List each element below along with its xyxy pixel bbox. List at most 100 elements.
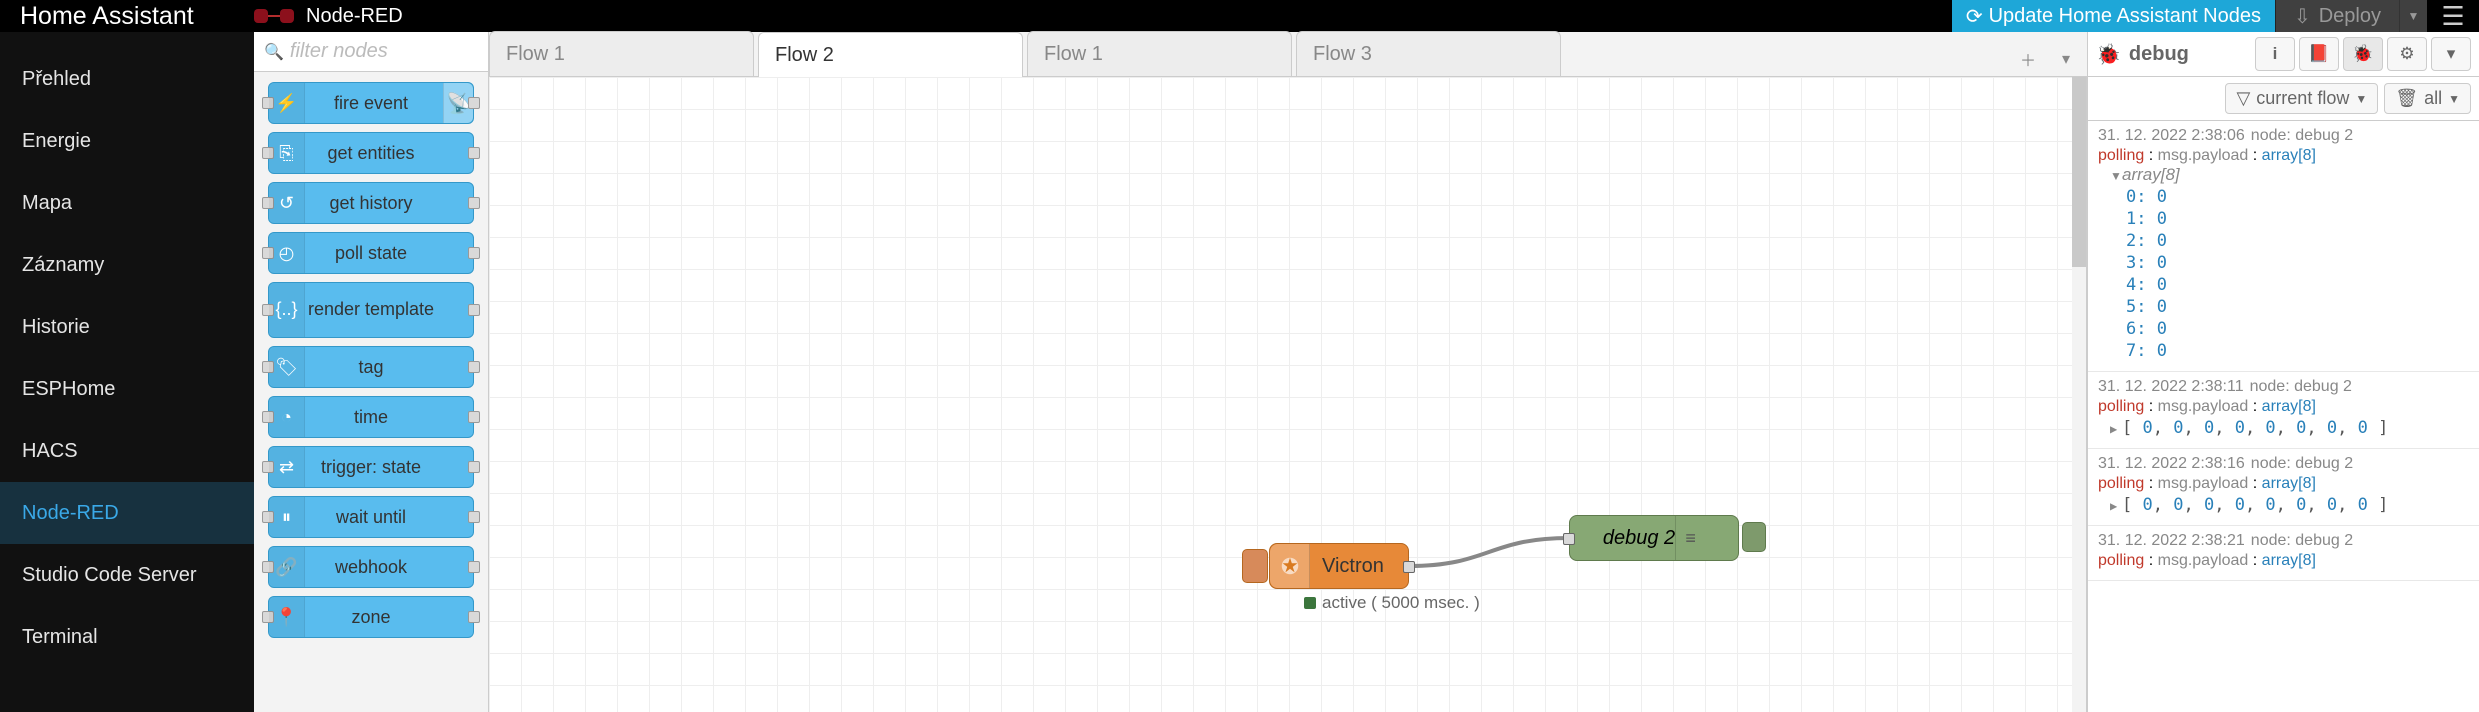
- msg-node-name[interactable]: node: debug 2: [2251, 532, 2353, 550]
- deploy-button[interactable]: ⇩ Deploy: [2275, 0, 2399, 32]
- flow-tab[interactable]: Flow 3: [1296, 31, 1561, 76]
- palette-node-icon: 🏷: [269, 347, 305, 387]
- filter-icon: ▽: [2236, 88, 2250, 109]
- ha-sidebar-item[interactable]: Studio Code Server: [0, 544, 254, 606]
- palette-node[interactable]: 🏷 tag: [268, 346, 474, 388]
- palette-node-icon: 📍: [269, 597, 305, 637]
- msg-type: array[8]: [2262, 475, 2316, 492]
- msg-node-name[interactable]: node: debug 2: [2251, 455, 2353, 473]
- output-port: [468, 561, 480, 573]
- debug-node[interactable]: debug 2 ≡: [1569, 515, 1739, 561]
- msg-node-name[interactable]: node: debug 2: [2250, 378, 2352, 396]
- msg-topic: polling: [2098, 475, 2144, 492]
- flow-tab[interactable]: Flow 1: [489, 31, 754, 76]
- msg-node-name[interactable]: node: debug 2: [2251, 127, 2353, 145]
- ha-sidebar-item[interactable]: ESPHome: [0, 358, 254, 420]
- update-ha-nodes-button[interactable]: ⟳ Update Home Assistant Nodes: [1952, 0, 2275, 32]
- palette-node-icon: ⎘: [269, 133, 305, 173]
- deploy-dropdown[interactable]: ▼: [2399, 0, 2427, 32]
- palette-node-label: trigger: state: [321, 457, 421, 478]
- inject-button[interactable]: [1242, 549, 1268, 583]
- victron-node[interactable]: Victron: [1269, 543, 1409, 589]
- output-port: [468, 411, 480, 423]
- palette-node-icon: {..}: [269, 283, 305, 337]
- palette-node-label: zone: [351, 607, 390, 628]
- debug-message[interactable]: 31. 12. 2022 2:38:11 node: debug 2 pollin…: [2088, 372, 2479, 449]
- msg-type: array[8]: [2262, 398, 2316, 415]
- node-palette: 🔍 ⚡fire event📡 ⎘get entities ↺ get history ◴…: [254, 32, 489, 712]
- debug-message[interactable]: 31. 12. 2022 2:38:21 node: debug 2pollin…: [2088, 526, 2479, 581]
- palette-node-label: get history: [329, 193, 412, 214]
- ha-sidebar-item[interactable]: Mapa: [0, 172, 254, 234]
- palette-node-icon: ↺: [269, 183, 305, 223]
- input-port[interactable]: [1563, 533, 1575, 545]
- palette-node[interactable]: {..}render template: [268, 282, 474, 338]
- trash-icon: 🗑: [2395, 88, 2418, 109]
- palette-search-input[interactable]: [290, 40, 478, 63]
- info-tab-button[interactable]: i: [2255, 37, 2295, 71]
- flow-list-button[interactable]: ▾: [2049, 42, 2083, 76]
- debug-node-deco-icon: ≡: [1675, 516, 1705, 560]
- debug-filter-button[interactable]: ▽ current flow ▼: [2225, 83, 2378, 114]
- ha-sidebar: PřehledEnergieMapaZáznamyHistorieESPHome…: [0, 32, 254, 712]
- ha-sidebar-item[interactable]: Node-RED: [0, 482, 254, 544]
- palette-node[interactable]: 🔗webhook: [268, 546, 474, 588]
- palette-node[interactable]: ◔ time: [268, 396, 474, 438]
- output-port: [468, 511, 480, 523]
- debug-message[interactable]: 31. 12. 2022 2:38:16 node: debug 2 pollin…: [2088, 449, 2479, 526]
- debug-message[interactable]: 31. 12. 2022 2:38:06 node: debug 2pollin…: [2088, 121, 2479, 372]
- ha-sidebar-item[interactable]: Energie: [0, 110, 254, 172]
- ha-sidebar-item[interactable]: Přehled: [0, 48, 254, 110]
- msg-type: array[8]: [2262, 552, 2316, 569]
- palette-node-label: time: [354, 407, 388, 428]
- flow-tabs: Flow 1Flow 2Flow 1Flow 3 ＋ ▾: [489, 32, 2087, 77]
- ha-sidebar-item[interactable]: Historie: [0, 296, 254, 358]
- deploy-icon: ⇩: [2294, 4, 2311, 29]
- flow-tab[interactable]: Flow 2: [758, 32, 1023, 77]
- sidebar-more-button[interactable]: ▾: [2431, 37, 2471, 71]
- palette-node-icon: ⚡: [269, 83, 305, 123]
- output-port: [468, 611, 480, 623]
- canvas-scrollbar[interactable]: [2072, 77, 2086, 712]
- node-status-text: active ( 5000 msec. ): [1304, 593, 1480, 613]
- help-tab-button[interactable]: 📕: [2299, 37, 2339, 71]
- palette-node[interactable]: ⇄trigger: state: [268, 446, 474, 488]
- config-tab-button[interactable]: ⚙: [2387, 37, 2427, 71]
- main-menu-button[interactable]: ☰: [2427, 0, 2479, 32]
- msg-property: msg.payload: [2158, 147, 2249, 164]
- victron-node-label: Victron: [1310, 555, 1396, 578]
- palette-node[interactable]: ↺ get history: [268, 182, 474, 224]
- output-port[interactable]: [1403, 561, 1415, 573]
- debug-panel-title: debug: [2129, 43, 2189, 66]
- chevron-down-icon: ▼: [2355, 92, 2367, 106]
- flow-tab[interactable]: Flow 1: [1027, 31, 1292, 76]
- msg-property: msg.payload: [2158, 398, 2249, 415]
- debug-clear-button[interactable]: 🗑 all ▼: [2384, 83, 2471, 114]
- chevron-down-icon: ▼: [2448, 92, 2460, 106]
- debug-tab-button[interactable]: 🐞: [2343, 37, 2383, 71]
- palette-node[interactable]: ⚡fire event📡: [268, 82, 474, 124]
- app-header: Home Assistant Node-RED ⟳ Update Home As…: [0, 0, 2479, 32]
- output-port: [468, 197, 480, 209]
- palette-node[interactable]: ◴poll state: [268, 232, 474, 274]
- debug-toggle-button[interactable]: [1742, 522, 1766, 552]
- msg-topic: polling: [2098, 398, 2144, 415]
- msg-timestamp: 31. 12. 2022 2:38:16: [2098, 455, 2245, 473]
- ha-sidebar-item[interactable]: Terminal: [0, 606, 254, 668]
- palette-node-icon: ⏸: [269, 497, 305, 537]
- msg-timestamp: 31. 12. 2022 2:38:11: [2098, 378, 2244, 396]
- palette-node[interactable]: ⎘get entities: [268, 132, 474, 174]
- output-port: [468, 247, 480, 259]
- palette-search: 🔍: [254, 32, 488, 72]
- palette-node[interactable]: 📍 zone: [268, 596, 474, 638]
- ha-sidebar-item[interactable]: HACS: [0, 420, 254, 482]
- flow-canvas[interactable]: Victron active ( 5000 msec. ) debug 2 ≡: [489, 77, 2087, 712]
- palette-node-icon: ◔: [269, 397, 305, 437]
- palette-node-label: tag: [358, 357, 383, 378]
- filter-label: current flow: [2256, 88, 2349, 109]
- palette-node[interactable]: ⏸wait until: [268, 496, 474, 538]
- ha-title: Home Assistant: [0, 2, 254, 31]
- add-flow-button[interactable]: ＋: [2011, 42, 2045, 76]
- ha-sidebar-item[interactable]: Záznamy: [0, 234, 254, 296]
- output-port: [468, 304, 480, 316]
